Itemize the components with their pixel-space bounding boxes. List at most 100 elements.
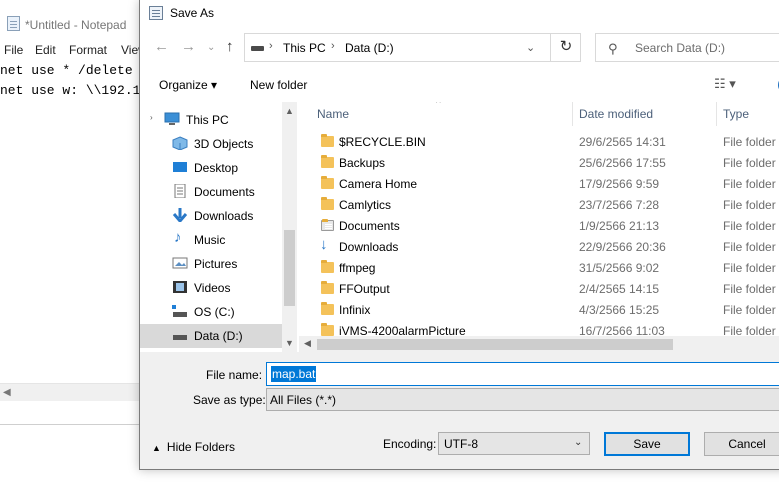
notepad-icon — [7, 16, 20, 31]
music-icon: ♪ — [174, 229, 182, 246]
new-folder-button[interactable]: New folder — [250, 78, 307, 92]
notepad-text-area[interactable]: net use * /delete net use w: \\192.168 — [0, 61, 150, 101]
search-placeholder: Search Data (D:) — [635, 41, 726, 55]
folder-icon — [321, 134, 334, 147]
view-options-icon[interactable]: ☷ ▾ — [714, 76, 736, 92]
search-box[interactable]: ⚲ Search Data (D:) — [595, 33, 779, 62]
column-divider[interactable] — [572, 102, 573, 126]
file-name-value[interactable]: map.bat — [271, 366, 317, 382]
file-list-header: ^ Name Date modified Type — [299, 102, 779, 126]
breadcrumb-this-pc[interactable]: This PC — [283, 41, 326, 55]
documents-folder-icon — [321, 219, 334, 231]
file-row[interactable]: ↓ Downloads 22/9/2566 20:36 File folder — [299, 236, 779, 258]
save-as-type-label: Save as type: — [193, 393, 266, 407]
file-name-label: File name: — [206, 368, 263, 382]
file-row[interactable]: FFOutput 2/4/2565 14:15 File folder — [299, 279, 779, 300]
nav-label: This PC — [186, 113, 229, 127]
column-header-name[interactable]: Name — [317, 107, 349, 121]
scroll-thumb[interactable] — [317, 339, 673, 350]
refresh-button[interactable]: ↻ — [550, 33, 581, 62]
chevron-up-icon: ▲ — [152, 443, 161, 453]
downloads-folder-icon: ↓ — [320, 236, 328, 253]
file-row[interactable]: Documents 1/9/2566 21:13 File folder — [299, 216, 779, 237]
pictures-icon — [172, 257, 188, 269]
file-row[interactable]: Camlytics 23/7/2566 7:28 File folder — [299, 195, 779, 216]
recent-locations-chevron-icon[interactable]: ⌄ — [207, 42, 215, 53]
encoding-label: Encoding: — [383, 437, 437, 451]
file-type: File folder — [723, 240, 776, 254]
file-row[interactable]: $RECYCLE.BIN 29/6/2565 14:31 File folder — [299, 132, 779, 153]
file-list-hscrollbar[interactable]: ◀ — [299, 336, 779, 352]
nav-item-pictures[interactable]: Pictures — [140, 252, 282, 276]
save-as-type-value: All Files (*.*) — [270, 393, 337, 407]
scroll-thumb[interactable] — [284, 230, 295, 306]
save-as-dialog: Save As ← → ⌄ ↑ › This PC › Data (D:) ⌄ … — [139, 0, 779, 470]
menu-format[interactable]: Format — [69, 43, 107, 57]
notepad-window: *Untitled - Notepad File Edit Format Vie… — [0, 0, 150, 425]
nav-item-documents[interactable]: Documents — [140, 180, 282, 204]
chevron-down-icon: ⌄ — [574, 437, 583, 448]
notepad-hscrollbar[interactable]: ◀ — [0, 383, 150, 401]
objects-3d-icon — [172, 136, 188, 150]
save-as-type-select[interactable]: All Files (*.*) — [266, 388, 779, 411]
nav-pane-scrollbar[interactable]: ▲ ▼ — [282, 102, 297, 352]
save-button[interactable]: Save — [604, 432, 690, 456]
notepad-title: *Untitled - Notepad — [25, 18, 127, 32]
expand-chevron-icon[interactable]: › — [150, 113, 153, 122]
file-name: Documents — [339, 219, 400, 233]
scroll-up-icon[interactable]: ▲ — [285, 106, 294, 116]
file-date: 17/9/2566 9:59 — [579, 177, 660, 191]
breadcrumb-chevron-icon[interactable]: › — [269, 40, 273, 52]
downloads-icon — [172, 208, 188, 222]
column-header-date-modified[interactable]: Date modified — [579, 107, 653, 121]
menu-file[interactable]: File — [4, 43, 23, 57]
scroll-left-icon[interactable]: ◀ — [304, 338, 311, 349]
nav-item-videos[interactable]: Videos — [140, 276, 282, 300]
hide-folders-label: Hide Folders — [166, 440, 235, 454]
file-type: File folder — [723, 219, 776, 233]
nav-item-music[interactable]: ♪ Music — [140, 228, 282, 252]
column-divider[interactable] — [716, 102, 717, 126]
file-row[interactable]: Camera Home 17/9/2566 9:59 File folder — [299, 174, 779, 195]
encoding-value: UTF-8 — [444, 437, 478, 451]
nav-item-3d-objects[interactable]: 3D Objects — [140, 132, 282, 156]
organize-button[interactable]: Organize ▾ — [159, 78, 217, 92]
documents-icon — [174, 184, 186, 198]
text-line-2: net use w: \\192.168 — [0, 83, 150, 98]
breadcrumb-data-d[interactable]: Data (D:) — [345, 41, 394, 55]
menu-edit[interactable]: Edit — [35, 43, 56, 57]
file-name-input[interactable]: map.bat — [266, 362, 779, 386]
file-row[interactable]: Backups 25/6/2566 17:55 File folder — [299, 153, 779, 174]
notepad-titlebar: *Untitled - Notepad — [0, 0, 150, 38]
back-arrow-icon[interactable]: ← — [154, 38, 169, 55]
drive-d-icon — [173, 335, 187, 340]
scroll-down-icon[interactable]: ▼ — [285, 338, 294, 348]
file-type: File folder — [723, 198, 776, 212]
nav-item-this-pc[interactable]: › This PC — [140, 108, 282, 132]
dialog-titlebar: Save As — [140, 0, 779, 28]
file-row[interactable]: Infinix 4/3/2566 15:25 File folder — [299, 300, 779, 321]
cancel-button[interactable]: Cancel — [704, 432, 779, 456]
file-name: ffmpeg — [339, 261, 376, 275]
nav-item-data-d[interactable]: Data (D:) — [140, 324, 282, 348]
up-arrow-icon[interactable]: ↑ — [226, 38, 234, 55]
file-row[interactable]: ffmpeg 31/5/2566 9:02 File folder — [299, 258, 779, 279]
search-icon: ⚲ — [608, 41, 618, 56]
nav-item-os-c[interactable]: OS (C:) — [140, 300, 282, 324]
hide-folders-button[interactable]: ▲ Hide Folders — [152, 440, 235, 454]
scroll-left-icon[interactable]: ◀ — [3, 387, 11, 398]
file-date: 2/4/2565 14:15 — [579, 282, 660, 296]
forward-arrow-icon[interactable]: → — [181, 38, 196, 55]
encoding-select[interactable]: UTF-8 ⌄ — [438, 432, 590, 455]
nav-item-desktop[interactable]: Desktop — [140, 156, 282, 180]
column-header-type[interactable]: Type — [723, 107, 749, 121]
folder-icon — [321, 260, 334, 273]
address-bar[interactable]: › This PC › Data (D:) ⌄ — [244, 33, 581, 62]
address-dropdown-icon[interactable]: ⌄ — [526, 41, 535, 54]
dialog-title: Save As — [170, 6, 215, 20]
nav-item-downloads[interactable]: Downloads — [140, 204, 282, 228]
breadcrumb-chevron-icon[interactable]: › — [331, 40, 335, 52]
file-name: Downloads — [339, 240, 399, 254]
folder-icon — [321, 281, 334, 294]
file-name: Backups — [339, 156, 386, 170]
